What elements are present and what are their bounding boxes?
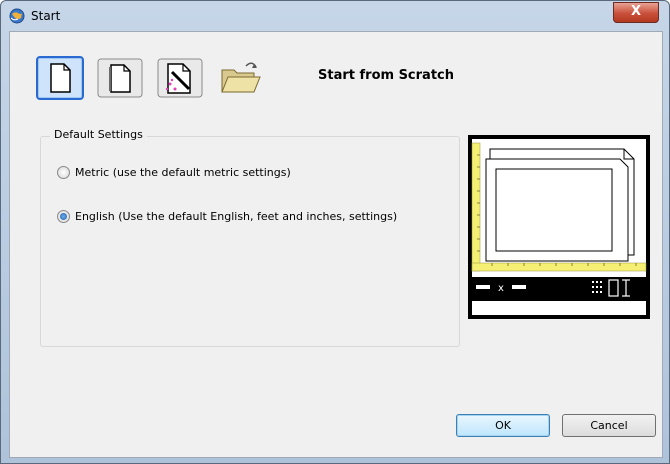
metric-radio[interactable]	[57, 166, 70, 179]
drawing-preview-image: x	[468, 135, 650, 319]
dialog-body: Start from Scratch Default Settings Metr…	[9, 31, 663, 458]
start-from-scratch-button[interactable]	[36, 56, 84, 100]
open-folder-icon	[221, 62, 261, 93]
preview-axis-label: x	[498, 283, 504, 294]
wizard-wand-icon	[157, 58, 203, 98]
close-button[interactable]: X	[613, 2, 659, 23]
app-globe-icon	[9, 8, 25, 24]
ok-button[interactable]: OK	[456, 414, 550, 437]
cancel-button[interactable]: Cancel	[562, 414, 656, 437]
english-radio[interactable]	[57, 210, 70, 223]
use-a-template-button[interactable]	[96, 56, 144, 100]
start-dialog: Start X Start from Scratch Default Setti…	[0, 0, 670, 464]
window-title: Start	[31, 9, 61, 23]
mode-title: Start from Scratch	[318, 68, 454, 83]
english-label: English (Use the default English, feet a…	[75, 210, 398, 223]
use-a-wizard-button[interactable]	[156, 56, 204, 100]
title-bar[interactable]: Start X	[1, 1, 669, 31]
english-option[interactable]: English (Use the default English, feet a…	[57, 210, 397, 223]
blank-page-icon	[50, 63, 71, 93]
metric-option[interactable]: Metric (use the default metric settings)	[57, 166, 291, 179]
default-settings-label: Default Settings	[50, 128, 147, 141]
open-a-drawing-button[interactable]	[216, 56, 264, 100]
template-page-icon	[97, 58, 143, 98]
metric-label: Metric (use the default metric settings)	[75, 166, 291, 179]
